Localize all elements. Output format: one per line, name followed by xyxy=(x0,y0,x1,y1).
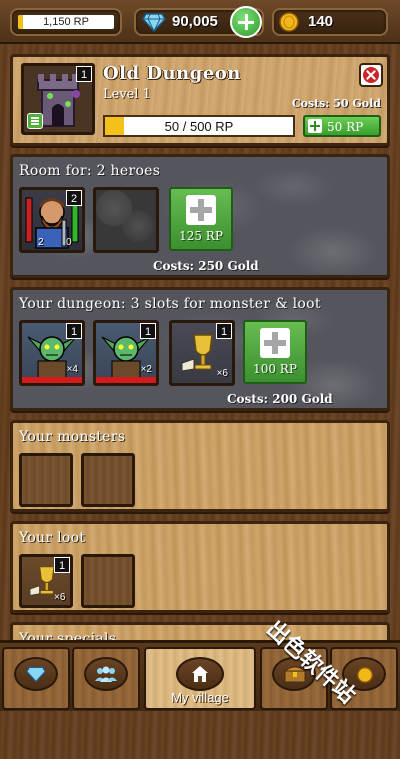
gold-counter[interactable]: 140 xyxy=(272,8,388,36)
hero-slot-costs: Costs: 250 Gold xyxy=(153,259,259,273)
loot-count: ×6 xyxy=(54,592,66,603)
loot-panel: Your loot 1 ×6 xyxy=(10,521,390,613)
dungeon-title: Old Dungeon xyxy=(103,63,241,84)
heroes-panel: Room for: 2 heroes 2 2 0 125 RP Costs: 2… xyxy=(10,154,390,278)
gem-value: 90,005 xyxy=(172,13,218,30)
rp-value: 1,150 RP xyxy=(43,16,89,28)
upgrade-costs: Costs: 50 Gold xyxy=(291,97,381,110)
house-icon xyxy=(192,666,208,682)
dungeon-progress-bar: 50 / 500 RP xyxy=(103,115,295,137)
dungeon-level: Level 1 xyxy=(103,87,151,102)
monsters-panel: Your monsters xyxy=(10,420,390,512)
hero-slot[interactable]: 2 2 0 xyxy=(19,187,85,253)
monsters-title: Your monsters xyxy=(19,429,126,445)
hero-count-badge: 2 xyxy=(66,190,82,206)
slot-count: ×2 xyxy=(140,364,152,375)
add-hero-slot-button[interactable]: 125 RP xyxy=(169,187,233,251)
buy-gems-button[interactable] xyxy=(230,6,262,38)
gem-shop-icon xyxy=(26,666,46,683)
loot-title: Your loot xyxy=(19,530,86,546)
dungeon-level-badge: 1 xyxy=(76,66,92,82)
rp-track: 1,150 RP xyxy=(18,15,114,29)
add-dungeon-rp: 100 RP xyxy=(253,362,297,376)
dungeon-slot-costs: Costs: 200 Gold xyxy=(227,392,333,406)
nav-heroes[interactable] xyxy=(72,647,140,710)
people-icon xyxy=(95,666,117,682)
empty-hero-slot[interactable] xyxy=(93,187,159,253)
gold-coin-icon xyxy=(279,12,299,32)
monster-hp-bar xyxy=(22,377,82,383)
gold-value: 140 xyxy=(308,13,334,30)
loot-item-slot[interactable]: 1 ×6 xyxy=(19,554,73,608)
dungeon-slots-title: Your dungeon: 3 slots for monster & loot xyxy=(19,296,321,312)
plus-icon xyxy=(260,328,290,358)
dungeon-header: 1 Old Dungeon Level 1 Costs: 50 Gold 50 … xyxy=(10,54,390,146)
empty-monster-slot[interactable] xyxy=(19,453,73,507)
upgrade-button[interactable]: 50 RP xyxy=(303,115,381,137)
nav-shop-circle xyxy=(14,657,58,691)
upgrade-rp-label: 50 RP xyxy=(327,120,364,134)
top-bar: 1,150 RP 90,005 140 xyxy=(0,0,400,44)
loot-badge: 1 xyxy=(54,557,70,573)
nav-village-circle xyxy=(176,657,224,691)
heroes-title: Room for: 2 heroes xyxy=(19,163,161,179)
loot-slot[interactable]: 1 ×6 xyxy=(169,320,235,386)
plus-icon xyxy=(186,195,216,225)
hero-stat-green: 0 xyxy=(66,237,72,248)
nav-heroes-circle xyxy=(84,657,128,691)
diamond-icon xyxy=(142,13,166,32)
slot-badge: 1 xyxy=(216,323,232,339)
monster-slot[interactable]: 1 ×4 xyxy=(19,320,85,386)
empty-loot-slot[interactable] xyxy=(81,554,135,608)
dungeon-slots-panel: Your dungeon: 3 slots for monster & loot… xyxy=(10,287,390,411)
slot-badge: 1 xyxy=(66,323,82,339)
monster-hp-bar xyxy=(96,377,156,383)
add-dungeon-slot-button[interactable]: 100 RP xyxy=(243,320,307,384)
rp-counter[interactable]: 1,150 RP xyxy=(10,8,122,36)
nav-shop[interactable] xyxy=(2,647,70,710)
dungeon-progress-text: 50 / 500 RP xyxy=(164,119,234,134)
dungeon-thumbnail: 1 xyxy=(21,63,95,135)
close-icon xyxy=(363,67,379,83)
monster-slot[interactable]: 1 ×2 xyxy=(93,320,159,386)
list-icon[interactable] xyxy=(27,113,43,129)
empty-monster-slot[interactable] xyxy=(81,453,135,507)
slot-count: ×4 xyxy=(66,364,78,375)
hero-stat-red: 2 xyxy=(38,237,44,248)
plus-icon xyxy=(308,119,322,133)
slot-badge: 1 xyxy=(140,323,156,339)
close-button[interactable] xyxy=(359,63,383,87)
add-hero-rp: 125 RP xyxy=(179,229,223,243)
slot-count: ×6 xyxy=(216,368,228,379)
